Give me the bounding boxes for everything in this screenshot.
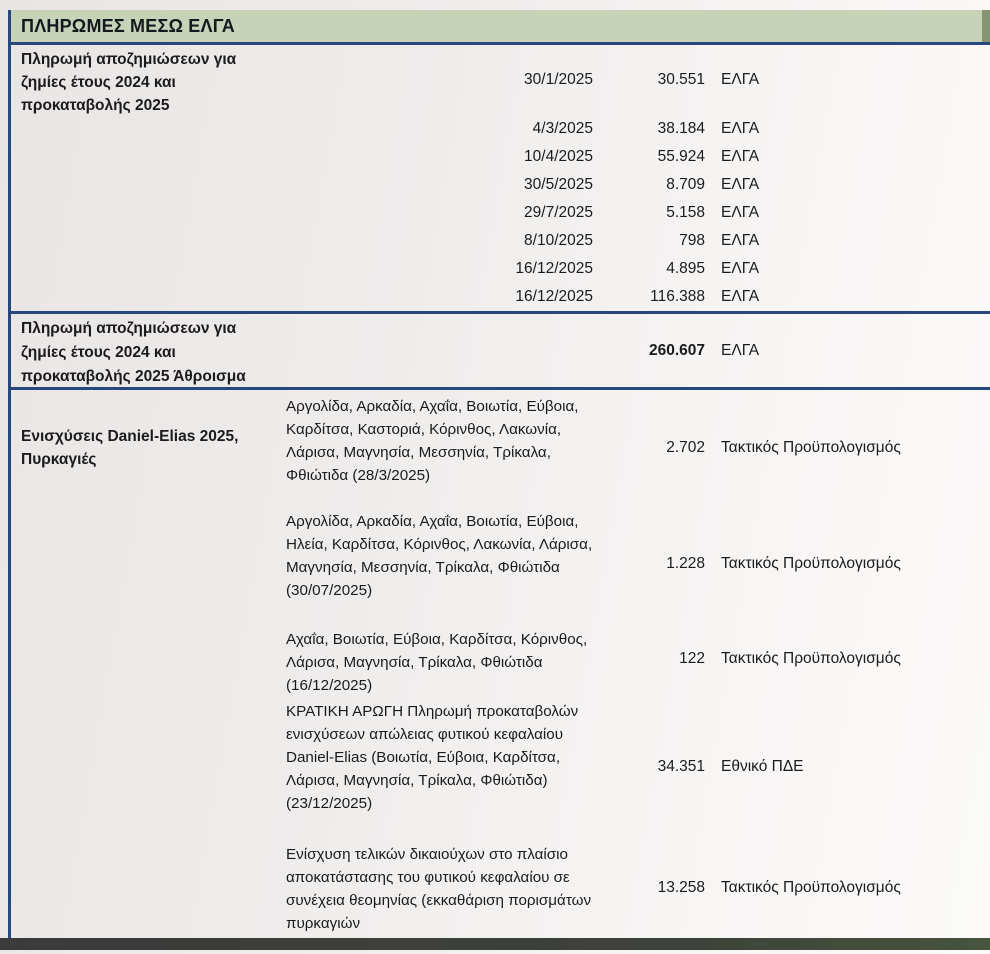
row-label-line: προκαταβολής 2025 <box>21 94 285 117</box>
total-label-line: Πληρωμή αποζημιώσεων για <box>21 317 285 341</box>
amount-cell: 5.158 <box>605 199 705 227</box>
source-cell: Εθνικό ΠΔΕ <box>705 695 990 838</box>
table-row: 30/5/2025 8.709 ΕΛΓΑ <box>11 171 990 199</box>
table-row: ΚΡΑΤΙΚΗ ΑΡΩΓΗ Πληρωμή προκαταβολών ενισχ… <box>11 695 990 838</box>
aid-label-line: Ενισχύσεις Daniel-Elias 2025, <box>21 425 285 448</box>
table-frame: ΠΛΗΡΩΜΕΣ ΜΕΣΩ ΕΛΓΑ Πληρωμή αποζημιώσεων … <box>8 10 990 938</box>
table-row: Ενίσχυση τελικών δικαιούχων στο πλαίσιο … <box>11 838 990 938</box>
date-cell: 16/12/2025 <box>285 283 605 311</box>
section-title: ΠΛΗΡΩΜΕΣ ΜΕΣΩ ΕΛΓΑ <box>21 16 235 37</box>
source-cell: ΕΛΓΑ <box>705 171 990 199</box>
total-amount-cell: 260.607 <box>605 314 705 387</box>
aid-label-cell: Ενισχύσεις Daniel-Elias 2025, Πυρκαγιές <box>11 390 285 505</box>
header-right-cap <box>982 10 990 42</box>
amount-cell: 122 <box>605 623 705 695</box>
source-cell: ΕΛΓΑ <box>705 199 990 227</box>
date-cell: 29/7/2025 <box>285 199 605 227</box>
detail-cell: Αργολίδα, Αρκαδία, Αχαΐα, Βοιωτία, Εύβοι… <box>285 505 605 623</box>
date-cell: 4/3/2025 <box>285 115 605 143</box>
table-row: 4/3/2025 38.184 ΕΛΓΑ <box>11 115 990 143</box>
table-row: Ενισχύσεις Daniel-Elias 2025, Πυρκαγιές … <box>11 390 990 505</box>
detail-cell: Ενίσχυση τελικών δικαιούχων στο πλαίσιο … <box>285 838 605 938</box>
source-cell: ΕΛΓΑ <box>705 283 990 311</box>
table-row: 29/7/2025 5.158 ΕΛΓΑ <box>11 199 990 227</box>
amount-cell: 55.924 <box>605 143 705 171</box>
amount-cell: 1.228 <box>605 505 705 623</box>
total-row: Πληρωμή αποζημιώσεων για ζημίες έτους 20… <box>11 311 990 390</box>
source-cell: ΕΛΓΑ <box>705 143 990 171</box>
amount-cell: 116.388 <box>605 283 705 311</box>
aid-label-line: Πυρκαγιές <box>21 448 285 471</box>
source-cell: Τακτικός Προϋπολογισμός <box>705 623 990 695</box>
detail-cell: Αχαΐα, Βοιωτία, Εύβοια, Καρδίτσα, Κόρινθ… <box>285 623 605 695</box>
amount-cell: 13.258 <box>605 838 705 938</box>
date-cell: 10/4/2025 <box>285 143 605 171</box>
source-cell: ΕΛΓΑ <box>705 115 990 143</box>
detail-cell: ΚΡΑΤΙΚΗ ΑΡΩΓΗ Πληρωμή προκαταβολών ενισχ… <box>285 695 605 838</box>
table-row: Αργολίδα, Αρκαδία, Αχαΐα, Βοιωτία, Εύβοι… <box>11 505 990 623</box>
row-label-line: ζημίες έτους 2024 και <box>21 71 285 94</box>
amount-cell: 798 <box>605 227 705 255</box>
source-cell: Τακτικός Προϋπολογισμός <box>705 505 990 623</box>
total-label-cell: Πληρωμή αποζημιώσεων για ζημίες έτους 20… <box>11 314 285 387</box>
spreadsheet-view: ΠΛΗΡΩΜΕΣ ΜΕΣΩ ΕΛΓΑ Πληρωμή αποζημιώσεων … <box>0 0 990 954</box>
amount-cell: 2.702 <box>605 390 705 505</box>
date-cell: 16/12/2025 <box>285 255 605 283</box>
source-cell: Τακτικός Προϋπολογισμός <box>705 838 990 938</box>
total-label-line: ζημίες έτους 2024 και <box>21 341 285 365</box>
detail-cell: Αργολίδα, Αρκαδία, Αχαΐα, Βοιωτία, Εύβοι… <box>285 390 605 505</box>
table-row: 10/4/2025 55.924 ΕΛΓΑ <box>11 143 990 171</box>
bottom-divider-band <box>0 938 990 950</box>
table-row: 16/12/2025 4.895 ΕΛΓΑ <box>11 255 990 283</box>
source-cell: ΕΛΓΑ <box>705 45 990 115</box>
table-row: Αχαΐα, Βοιωτία, Εύβοια, Καρδίτσα, Κόρινθ… <box>11 623 990 695</box>
date-cell: 30/5/2025 <box>285 171 605 199</box>
amount-cell: 30.551 <box>605 45 705 115</box>
row-label-cell: Πληρωμή αποζημιώσεων για ζημίες έτους 20… <box>11 45 285 115</box>
source-cell: Τακτικός Προϋπολογισμός <box>705 390 990 505</box>
row-label-line: Πληρωμή αποζημιώσεων για <box>21 48 285 71</box>
total-label-line: προκαταβολής 2025 Άθροισμα <box>21 365 285 389</box>
amount-cell: 34.351 <box>605 695 705 838</box>
date-cell: 30/1/2025 <box>285 45 605 115</box>
section-header-row: ΠΛΗΡΩΜΕΣ ΜΕΣΩ ΕΛΓΑ <box>11 10 990 45</box>
total-source-cell: ΕΛΓΑ <box>705 314 990 387</box>
amount-cell: 8.709 <box>605 171 705 199</box>
table-row: Πληρωμή αποζημιώσεων για ζημίες έτους 20… <box>11 45 990 115</box>
amount-cell: 4.895 <box>605 255 705 283</box>
source-cell: ΕΛΓΑ <box>705 227 990 255</box>
table-row: 8/10/2025 798 ΕΛΓΑ <box>11 227 990 255</box>
amount-cell: 38.184 <box>605 115 705 143</box>
table-row: 16/12/2025 116.388 ΕΛΓΑ <box>11 283 990 311</box>
date-cell: 8/10/2025 <box>285 227 605 255</box>
source-cell: ΕΛΓΑ <box>705 255 990 283</box>
